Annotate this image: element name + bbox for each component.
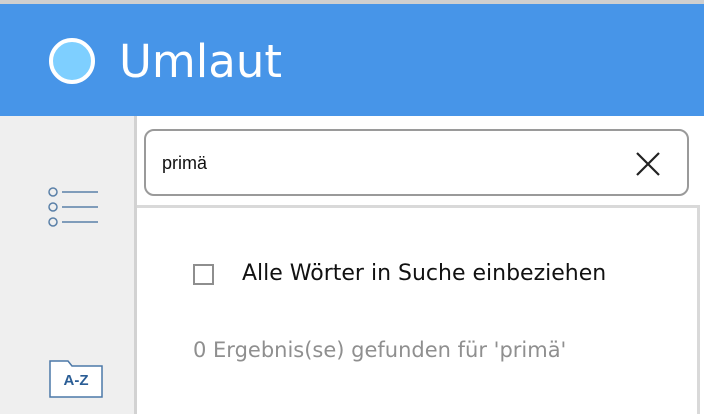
app-header: Umlaut bbox=[0, 4, 704, 116]
panel-divider bbox=[137, 205, 698, 208]
include-all-words-checkbox[interactable] bbox=[193, 264, 214, 285]
results-count-text: 0 Ergebnis(se) gefunden für 'primä' bbox=[193, 338, 567, 362]
search-input[interactable] bbox=[162, 145, 602, 181]
panel-right-edge bbox=[697, 205, 700, 414]
az-label: A-Z bbox=[63, 372, 89, 389]
app-title: Umlaut bbox=[119, 35, 283, 88]
search-box bbox=[144, 129, 689, 196]
list-icon[interactable] bbox=[47, 186, 101, 228]
close-icon[interactable] bbox=[635, 151, 661, 177]
include-all-words-label: Alle Wörter in Suche einbeziehen bbox=[242, 261, 607, 286]
circle-logo-icon bbox=[49, 38, 95, 84]
